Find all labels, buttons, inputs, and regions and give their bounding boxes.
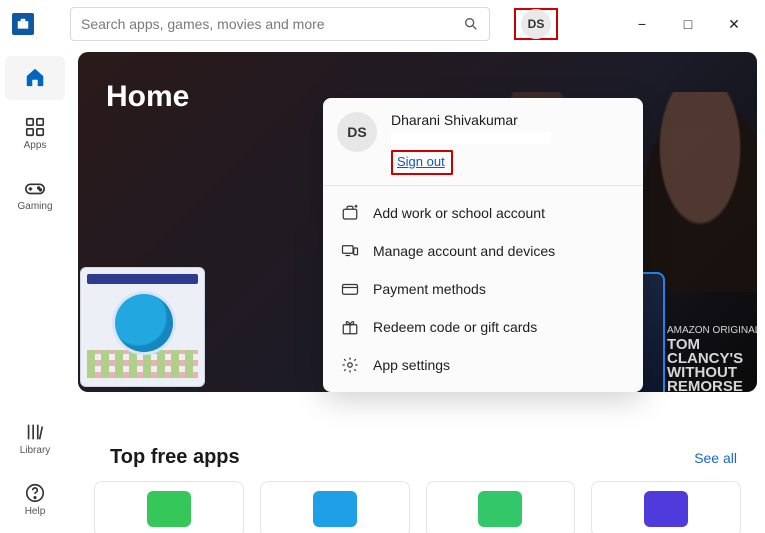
- account-button[interactable]: DS: [514, 8, 558, 40]
- app-card[interactable]: [426, 481, 576, 533]
- sidebar-item-library[interactable]: Library: [5, 411, 65, 466]
- promo-caption-remorse: AMAZON ORIGINAL TOM CLANCY'S WITHOUT REM…: [667, 324, 757, 392]
- flyout-item-label: Redeem code or gift cards: [373, 319, 537, 335]
- sidebar-item-gaming[interactable]: Gaming: [5, 167, 65, 222]
- section-title: Top free apps: [110, 446, 240, 469]
- home-icon: [24, 66, 46, 88]
- gaming-icon: [24, 177, 46, 199]
- app-card[interactable]: [591, 481, 741, 533]
- search-input[interactable]: [81, 16, 463, 32]
- devices-icon: [341, 242, 359, 260]
- window-close-button[interactable]: ✕: [711, 8, 757, 40]
- flyout-avatar: DS: [337, 112, 377, 152]
- flyout-item-label: Payment methods: [373, 281, 486, 297]
- sidebar-label-library: Library: [20, 445, 51, 456]
- sidebar-item-home[interactable]: [5, 56, 65, 100]
- search-box[interactable]: [70, 7, 490, 41]
- avatar-initials: DS: [521, 9, 551, 39]
- window-maximize-button[interactable]: □: [665, 8, 711, 40]
- briefcase-icon: [341, 204, 359, 222]
- app-card[interactable]: [94, 481, 244, 533]
- app-card[interactable]: [260, 481, 410, 533]
- promo-art-tile[interactable]: [80, 267, 205, 387]
- search-icon[interactable]: [463, 16, 479, 32]
- flyout-item-label: App settings: [373, 357, 450, 373]
- flyout-item-add-work-account[interactable]: Add work or school account: [337, 194, 629, 232]
- sidebar-label-help: Help: [25, 506, 46, 517]
- card-icon: [341, 280, 359, 298]
- apps-row: [94, 481, 741, 533]
- sidebar-label-apps: Apps: [24, 140, 47, 151]
- flyout-item-redeem-code[interactable]: Redeem code or gift cards: [337, 308, 629, 346]
- account-flyout: DS Dharani Shivakumar Sign out Add work …: [323, 98, 643, 392]
- flyout-item-label: Manage account and devices: [373, 243, 555, 259]
- flyout-item-app-settings[interactable]: App settings: [337, 346, 629, 384]
- flyout-user-email-redacted: [391, 132, 551, 144]
- store-app-icon: [12, 13, 34, 35]
- flyout-item-label: Add work or school account: [373, 205, 545, 221]
- flyout-item-manage-account[interactable]: Manage account and devices: [337, 232, 629, 270]
- apps-icon: [24, 116, 46, 138]
- page-title: Home: [106, 80, 189, 114]
- sidebar-item-apps[interactable]: Apps: [5, 106, 65, 161]
- promo-art-person-2: [637, 92, 757, 292]
- gear-icon: [341, 356, 359, 374]
- flyout-item-payment-methods[interactable]: Payment methods: [337, 270, 629, 308]
- gift-icon: [341, 318, 359, 336]
- library-icon: [24, 421, 46, 443]
- window-minimize-button[interactable]: −: [619, 8, 665, 40]
- sidebar-item-help[interactable]: Help: [5, 472, 65, 527]
- sidebar: Apps Gaming Library Help: [0, 48, 70, 533]
- flyout-user-name: Dharani Shivakumar: [391, 112, 551, 128]
- sign-out-link[interactable]: Sign out: [397, 154, 445, 169]
- sidebar-label-gaming: Gaming: [17, 201, 52, 212]
- help-icon: [24, 482, 46, 504]
- see-all-link[interactable]: See all: [694, 450, 737, 466]
